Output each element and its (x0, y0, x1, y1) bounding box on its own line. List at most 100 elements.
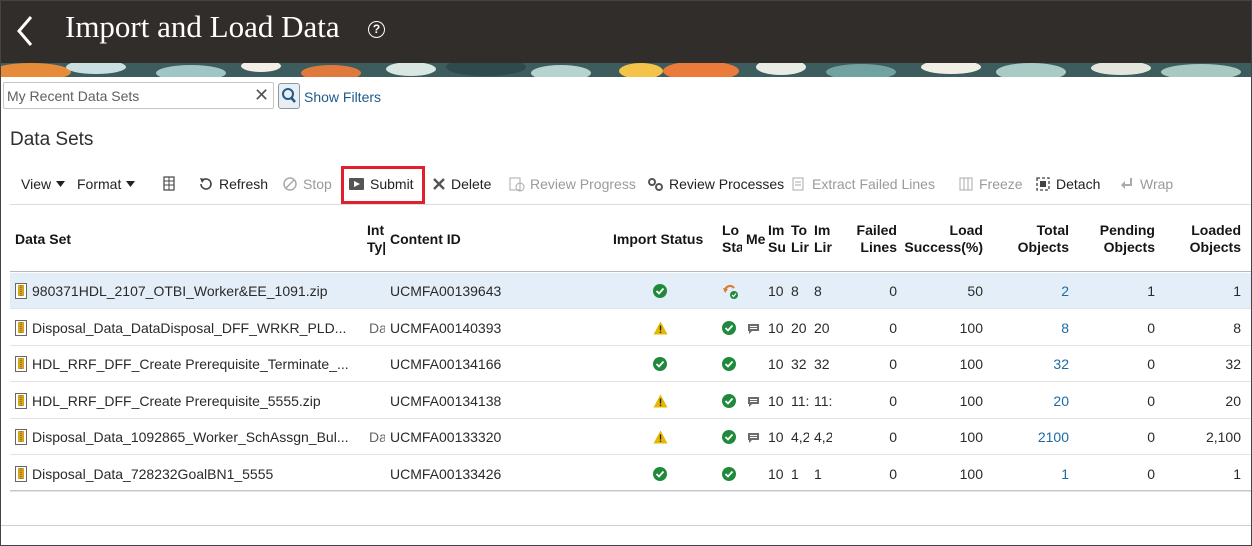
show-filters-link[interactable]: Show Filters (304, 89, 381, 105)
page-header: Import and Load Data ? (1, 1, 1251, 63)
file-icon (15, 392, 27, 412)
total-lines: 11: (791, 392, 809, 409)
total-objects[interactable]: 32 (1010, 356, 1069, 372)
total-objects[interactable]: 2100 (1010, 429, 1069, 445)
gears-icon (648, 178, 663, 191)
failed-lines: 0 (889, 429, 897, 445)
delete-button[interactable]: Delete (432, 176, 491, 192)
loaded-objects: 2,100 (1205, 429, 1241, 445)
col-header-load-success-line2: Success(%) (904, 239, 983, 255)
help-icon[interactable]: ? (368, 21, 385, 38)
col-header-import-status[interactable]: Import Status (613, 231, 703, 248)
loaded-objects: 20 (1225, 392, 1241, 409)
format-menu[interactable]: Format (77, 176, 136, 192)
view-menu[interactable]: View (21, 176, 66, 192)
success-icon[interactable] (722, 466, 736, 484)
success-icon[interactable] (653, 284, 667, 301)
message-icon[interactable] (747, 431, 760, 447)
detach-icon (1036, 177, 1050, 191)
col-header-pending-objects[interactable]: Pending Objects (1083, 222, 1155, 256)
col-header-data-set[interactable]: Data Set (15, 231, 71, 248)
message-icon[interactable] (747, 395, 760, 411)
total-objects[interactable]: 20 (1010, 393, 1069, 409)
total-objects[interactable]: 8 (1010, 320, 1069, 336)
col-header-int-type[interactable]: Int Ty| (367, 222, 385, 256)
success-icon[interactable] (722, 393, 736, 411)
in-progress-icon[interactable] (722, 284, 739, 303)
detach-button[interactable]: Detach (1035, 176, 1100, 192)
content-id: UCMFA00134138 (390, 392, 502, 409)
message-icon[interactable] (747, 322, 760, 338)
table-row[interactable]: 980371HDL_2107_OTBI_Worker&EE_1091.zip UC… (10, 273, 1251, 309)
col-header-imported-lines[interactable]: Im Lir (814, 222, 832, 256)
success-icon[interactable] (653, 357, 667, 374)
imported-lines: 11: (814, 392, 832, 409)
imported-lines: 4,2 (814, 429, 832, 445)
table-row[interactable]: Disposal_Data_728232GoalBN1_5555 UCMFA001… (10, 456, 1251, 492)
success-icon[interactable] (653, 466, 667, 484)
extract-failed-lines-button[interactable]: Extract Failed Lines (791, 176, 935, 192)
back-icon[interactable] (11, 11, 39, 51)
col-header-total-lines[interactable]: To Lir (791, 222, 809, 256)
imported-count: 10 (768, 465, 784, 482)
extract-failed-lines-label: Extract Failed Lines (812, 176, 935, 192)
search-input[interactable] (7, 87, 247, 105)
wrap-button[interactable]: Wrap (1119, 176, 1173, 192)
pending-objects: 0 (1147, 392, 1155, 409)
content-id: UCMFA00134166 (390, 356, 502, 372)
review-progress-button[interactable]: Review Progress (509, 176, 636, 192)
pending-objects: 0 (1147, 465, 1155, 482)
total-lines: 4,2 (791, 429, 809, 445)
table-row[interactable]: HDL_RRF_DFF_Create Prerequisite_5555.zip… (10, 383, 1251, 419)
table-row[interactable]: HDL_RRF_DFF_Create Prerequisite_Terminat… (10, 346, 1251, 382)
total-objects[interactable]: 2 (1010, 283, 1069, 299)
data-set-name[interactable]: HDL_RRF_DFF_Create Prerequisite_Terminat… (32, 356, 360, 372)
col-header-content-id[interactable]: Content ID (390, 231, 461, 248)
success-icon[interactable] (722, 430, 736, 447)
data-set-name[interactable]: Disposal_Data_1092865_Worker_SchAssgn_Bu… (32, 429, 360, 445)
data-set-name[interactable]: HDL_RRF_DFF_Create Prerequisite_5555.zip (32, 393, 360, 409)
warning-icon[interactable] (653, 321, 668, 338)
imported-count: 10 (768, 356, 784, 372)
content-id: UCMFA00133426 (390, 465, 502, 482)
pending-objects: 0 (1147, 319, 1155, 336)
chevron-down-icon (126, 181, 136, 187)
refresh-label: Refresh (219, 176, 269, 192)
load-success-percent: 100 (959, 429, 983, 445)
chevron-down-icon (56, 181, 66, 187)
freeze-icon (959, 177, 973, 191)
table-row[interactable]: Disposal_Data_DataDisposal_DFF_WRKR_PLD.… (10, 310, 1251, 346)
columns-button[interactable] (162, 176, 178, 192)
review-processes-button[interactable]: Review Processes (647, 176, 784, 192)
col-header-imported[interactable]: Im Su (768, 222, 786, 256)
content-id: UCMFA00139643 (390, 283, 502, 299)
imported-count: 10 (768, 283, 784, 299)
warning-icon[interactable] (653, 430, 668, 447)
freeze-button[interactable]: Freeze (958, 176, 1023, 192)
col-header-messages[interactable]: Me (746, 231, 766, 248)
col-header-total-objects[interactable]: Total Objects (1001, 222, 1069, 256)
col-header-total-objects-line2: Objects (1017, 239, 1069, 255)
table-toolbar: View Format Refresh Stop Submit Delete R… (1, 171, 1251, 197)
decorative-banner (1, 63, 1251, 77)
load-success-percent: 50 (967, 283, 983, 299)
stop-button[interactable]: Stop (282, 176, 332, 192)
success-icon[interactable] (722, 320, 736, 338)
col-header-loaded-objects[interactable]: Loaded Objects (1171, 222, 1241, 256)
search-button[interactable] (278, 83, 300, 109)
table-row[interactable]: Disposal_Data_1092865_Worker_SchAssgn_Bu… (10, 419, 1251, 455)
success-icon[interactable] (722, 357, 736, 374)
col-header-load-status[interactable]: Lo Sta (722, 222, 742, 256)
total-objects[interactable]: 1 (1010, 466, 1069, 482)
refresh-button[interactable]: Refresh (198, 176, 268, 192)
col-header-load-success-line1: Load (949, 222, 983, 238)
wrap-label: Wrap (1140, 176, 1174, 192)
clear-icon[interactable]: ✕ (254, 85, 269, 105)
data-set-name[interactable]: Disposal_Data_DataDisposal_DFF_WRKR_PLD.… (32, 320, 360, 336)
col-header-failed-lines[interactable]: Failed Lines (841, 222, 897, 256)
data-set-name[interactable]: 980371HDL_2107_OTBI_Worker&EE_1091.zip (32, 283, 360, 299)
loaded-objects: 32 (1225, 356, 1241, 372)
warning-icon[interactable] (653, 394, 668, 411)
col-header-load-success[interactable]: Load Success(%) (901, 222, 983, 256)
data-set-name[interactable]: Disposal_Data_728232GoalBN1_5555 (32, 466, 360, 482)
